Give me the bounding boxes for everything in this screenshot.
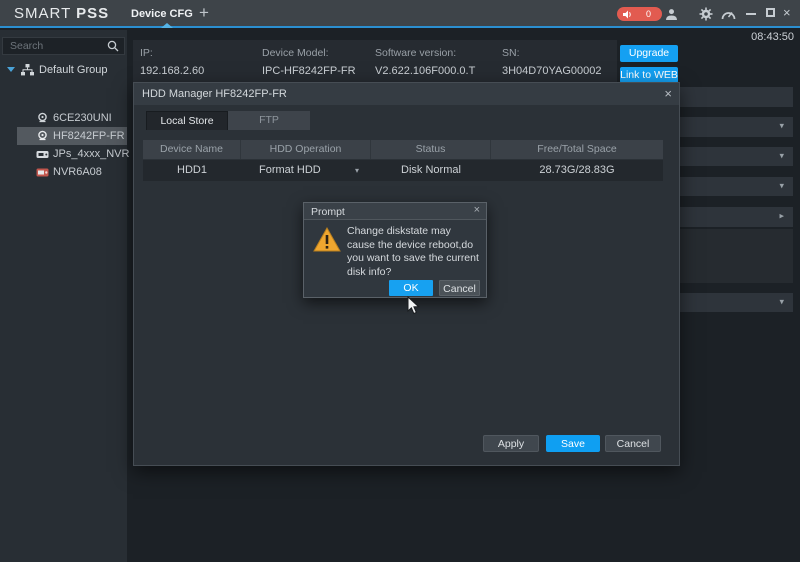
field-value: 192.168.2.60 <box>140 65 205 77</box>
table-row[interactable]: HDD1 Format HDD ▾ Disk Normal 28.73G/28.… <box>143 160 663 181</box>
net-speed-gauge-icon[interactable] <box>720 6 736 22</box>
warning-icon <box>313 226 341 257</box>
speaker-icon <box>623 10 631 18</box>
maximize-button[interactable] <box>766 8 775 17</box>
device-label: NVR6A08 <box>53 166 102 178</box>
chevron-right-icon[interactable]: ▸ <box>779 211 784 222</box>
user-icon[interactable] <box>663 6 679 22</box>
column-free-total: Free/Total Space <box>537 143 617 155</box>
device-info-panel: IP: 192.168.2.60 Device Model: IPC-HF824… <box>133 40 617 84</box>
alarm-notification-badge[interactable]: 0 <box>617 7 662 21</box>
prompt-titlebar[interactable]: Prompt × <box>304 203 486 220</box>
tree-group-default[interactable]: Default Group <box>0 61 127 78</box>
chevron-down-icon[interactable]: ▾ <box>779 150 784 161</box>
table-header: Device Name HDD Operation Status Free/To… <box>143 140 663 159</box>
prompt-close-icon[interactable]: × <box>474 204 480 216</box>
field-label: Software version: <box>375 47 457 59</box>
cancel-button[interactable]: Cancel <box>605 435 661 452</box>
chevron-down-icon[interactable]: ▾ <box>779 121 784 132</box>
chevron-down-icon[interactable]: ▾ <box>779 296 784 307</box>
collapsed-section-bar[interactable]: ▾ <box>676 147 793 166</box>
camera-icon <box>38 130 47 140</box>
group-hierarchy-icon <box>21 63 34 75</box>
field-value: V2.622.106F000.0.T <box>375 65 476 77</box>
app-logo: SMART PSS <box>14 5 109 22</box>
active-tab-indicator <box>161 23 173 28</box>
upgrade-button[interactable]: Upgrade <box>620 45 678 62</box>
dialog-close-icon[interactable]: × <box>664 86 672 101</box>
tab-ftp[interactable]: FTP <box>228 111 310 130</box>
field-value: 3H04D70YAG00002 <box>502 65 602 77</box>
collapsed-section-bar[interactable]: ▾ <box>676 293 793 312</box>
sidebar-item-jps-4xxx-nvr[interactable]: JPs_4xxx_NVR <box>0 145 130 163</box>
camera-icon <box>38 112 47 122</box>
collapsed-section-bar[interactable] <box>676 87 793 107</box>
expand-arrow-icon[interactable] <box>7 67 15 72</box>
prompt-dialog: Prompt × Change diskstate may cause the … <box>303 202 487 298</box>
apply-button[interactable]: Apply <box>483 435 539 452</box>
collapsed-section-bar[interactable]: ▾ <box>676 117 793 137</box>
ok-button[interactable]: OK <box>389 280 433 296</box>
cell-device-name: HDD1 <box>177 164 207 176</box>
column-hdd-operation: HDD Operation <box>241 140 371 159</box>
collapsed-section-bar[interactable]: ▸ <box>676 207 793 227</box>
sidebar-item-nvr6a08[interactable]: NVR6A08 <box>0 163 127 181</box>
field-label: SN: <box>502 47 520 59</box>
device-label: 6CE230UNI <box>53 112 112 124</box>
brand-smart: SMART <box>14 5 71 22</box>
chevron-down-icon[interactable]: ▾ <box>355 160 359 181</box>
chevron-down-icon[interactable]: ▾ <box>779 180 784 191</box>
column-status: Status <box>371 140 491 159</box>
device-label: JPs_4xxx_NVR <box>53 148 130 160</box>
sidebar-item-hf8242fp-fr[interactable]: HF8242FP-FR <box>0 127 127 145</box>
prompt-message: Change diskstate may cause the device re… <box>347 225 479 278</box>
nvr-color-icon <box>36 168 49 176</box>
dialog-titlebar[interactable]: HDD Manager HF8242FP-FR × <box>134 83 679 105</box>
nvr-icon <box>36 150 49 158</box>
topbar: SMART PSS Device CFG + 0 × <box>0 0 800 28</box>
window-close-button[interactable]: × <box>783 5 791 20</box>
hdd-table: Device Name HDD Operation Status Free/To… <box>143 140 663 181</box>
field-label: IP: <box>140 47 153 59</box>
hdd-operation-dropdown[interactable]: Format HDD ▾ <box>241 160 371 181</box>
gear-icon[interactable] <box>698 6 714 22</box>
sidebar-item-6ce230uni[interactable]: 6CE230UNI <box>0 109 127 127</box>
device-tree-sidebar: Default Group 6CE230UNI HF8242FP-FR <box>0 30 130 562</box>
search-icon[interactable] <box>107 40 119 52</box>
collapsed-section-bar[interactable]: ▾ <box>676 177 793 196</box>
field-value: IPC-HF8242FP-FR <box>262 65 356 77</box>
link-to-web-button[interactable]: Link to WEB <box>620 67 678 83</box>
save-button[interactable]: Save <box>546 435 600 452</box>
prompt-cancel-button[interactable]: Cancel <box>439 280 480 296</box>
tab-local-store[interactable]: Local Store <box>146 111 228 130</box>
cell-free-total: 28.73G/28.83G <box>539 164 615 176</box>
prompt-title: Prompt <box>311 206 345 218</box>
add-tab-button[interactable]: + <box>199 3 209 23</box>
smart-pss-window: SMART PSS Device CFG + 0 × 08:43:50 Sear… <box>0 0 800 562</box>
clock-display: 08:43:50 <box>751 31 794 43</box>
minimize-button[interactable] <box>746 13 756 15</box>
device-label: HF8242FP-FR <box>53 130 125 142</box>
mouse-cursor <box>407 295 420 320</box>
section-content-panel <box>676 229 793 283</box>
dropdown-value: Format HDD <box>259 164 321 176</box>
search-input[interactable] <box>3 40 107 52</box>
group-label: Default Group <box>39 63 108 76</box>
field-label: Device Model: <box>262 47 329 59</box>
brand-pss: PSS <box>76 5 110 22</box>
search-box <box>2 37 125 55</box>
column-device-name: Device Name <box>143 140 241 159</box>
cell-status: Disk Normal <box>401 164 461 176</box>
dialog-title: HDD Manager HF8242FP-FR <box>142 88 287 100</box>
tab-device-cfg[interactable]: Device CFG <box>131 8 193 20</box>
notification-count: 0 <box>645 9 651 19</box>
